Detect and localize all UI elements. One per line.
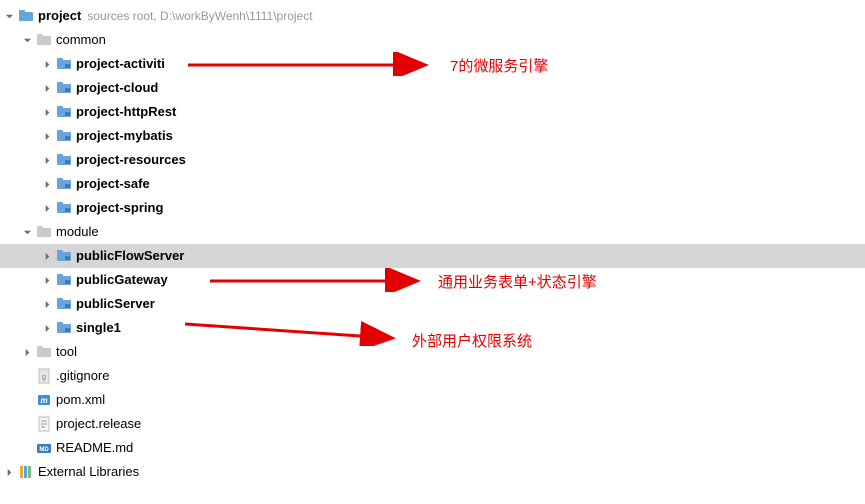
tree-row-external-libraries[interactable]: External Libraries: [0, 460, 865, 484]
module-folder-icon: [56, 128, 72, 144]
module-folder-icon: [56, 176, 72, 192]
chevron-right-icon[interactable]: [40, 105, 54, 119]
tree-label: project-httpRest: [76, 100, 176, 124]
folder-icon: [36, 344, 52, 360]
tree-label: project-safe: [76, 172, 150, 196]
tree-label: single1: [76, 316, 121, 340]
folder-icon: [36, 32, 52, 48]
tree-label: project-cloud: [76, 76, 158, 100]
tree-row-module-item[interactable]: publicFlowServer: [0, 244, 865, 268]
module-folder-icon: [56, 320, 72, 336]
text-file-icon: [36, 416, 52, 432]
tree-label: pom.xml: [56, 388, 105, 412]
tree-label: project-spring: [76, 196, 163, 220]
tree-row-module[interactable]: module: [0, 220, 865, 244]
tree-row-module-item[interactable]: project-safe: [0, 172, 865, 196]
chevron-right-icon[interactable]: [20, 345, 34, 359]
chevron-right-icon[interactable]: [40, 57, 54, 71]
tree-label: publicServer: [76, 292, 155, 316]
external-libraries-icon: [18, 464, 34, 480]
tree-row-module-item[interactable]: project-httpRest: [0, 100, 865, 124]
chevron-right-icon[interactable]: [40, 321, 54, 335]
tree-label: .gitignore: [56, 364, 109, 388]
tree-row-file[interactable]: project.release: [0, 412, 865, 436]
module-folder-icon: [56, 56, 72, 72]
annotation-text: 7的微服务引擎: [450, 55, 548, 76]
chevron-right-icon[interactable]: [40, 249, 54, 263]
tree-row-module-item[interactable]: publicGateway: [0, 268, 865, 292]
chevron-down-icon[interactable]: [20, 225, 34, 239]
svg-text:g: g: [42, 374, 46, 381]
chevron-right-icon[interactable]: [40, 297, 54, 311]
tree-label: tool: [56, 340, 77, 364]
annotation-text: 外部用户权限系统: [412, 330, 532, 351]
tree-label: External Libraries: [38, 460, 139, 484]
tree-label: publicFlowServer: [76, 244, 184, 268]
module-folder-icon: [56, 248, 72, 264]
chevron-down-icon[interactable]: [2, 9, 16, 23]
chevron-right-icon[interactable]: [40, 129, 54, 143]
module-folder-icon: [56, 152, 72, 168]
module-folder-icon: [56, 104, 72, 120]
tree-row-project[interactable]: project sources root, D:\workByWenh\1111…: [0, 4, 865, 28]
markdown-file-icon: MD: [36, 440, 52, 456]
tree-row-module-item[interactable]: project-resources: [0, 148, 865, 172]
tree-row-module-item[interactable]: publicServer: [0, 292, 865, 316]
tree-row-file[interactable]: m pom.xml: [0, 388, 865, 412]
svg-text:MD: MD: [39, 447, 49, 453]
annotation-arrow: [188, 52, 438, 76]
tree-row-common[interactable]: common: [0, 28, 865, 52]
tree-label: project-resources: [76, 148, 186, 172]
chevron-right-icon[interactable]: [40, 273, 54, 287]
tree-path: sources root, D:\workByWenh\1111\project: [87, 9, 312, 23]
module-folder-icon: [56, 296, 72, 312]
tree-row-file[interactable]: g .gitignore: [0, 364, 865, 388]
svg-text:m: m: [40, 396, 47, 405]
folder-sources-icon: [18, 8, 34, 24]
chevron-right-icon[interactable]: [40, 201, 54, 215]
chevron-right-icon[interactable]: [40, 153, 54, 167]
tree-label: project-mybatis: [76, 124, 173, 148]
module-folder-icon: [56, 272, 72, 288]
tree-label: module: [56, 220, 99, 244]
tree-row-module-item[interactable]: project-spring: [0, 196, 865, 220]
tree-label: publicGateway: [76, 268, 168, 292]
maven-file-icon: m: [36, 392, 52, 408]
tree-label: project-activiti: [76, 52, 165, 76]
tree-row-module-item[interactable]: project-cloud: [0, 76, 865, 100]
tree-label: project: [38, 4, 81, 28]
tree-label: project.release: [56, 412, 141, 436]
tree-label: common: [56, 28, 106, 52]
chevron-right-icon[interactable]: [2, 465, 16, 479]
folder-icon: [36, 224, 52, 240]
tree-row-file[interactable]: MD README.md: [0, 436, 865, 460]
annotation-arrow: [210, 268, 430, 292]
chevron-down-icon[interactable]: [20, 33, 34, 47]
annotation-text: 通用业务表单+状态引擎: [438, 271, 597, 292]
module-folder-icon: [56, 80, 72, 96]
module-folder-icon: [56, 200, 72, 216]
chevron-right-icon[interactable]: [40, 177, 54, 191]
annotation-arrow: [185, 316, 405, 346]
tree-row-module-item[interactable]: project-mybatis: [0, 124, 865, 148]
tree-label: README.md: [56, 436, 133, 460]
chevron-right-icon[interactable]: [40, 81, 54, 95]
gitignore-file-icon: g: [36, 368, 52, 384]
